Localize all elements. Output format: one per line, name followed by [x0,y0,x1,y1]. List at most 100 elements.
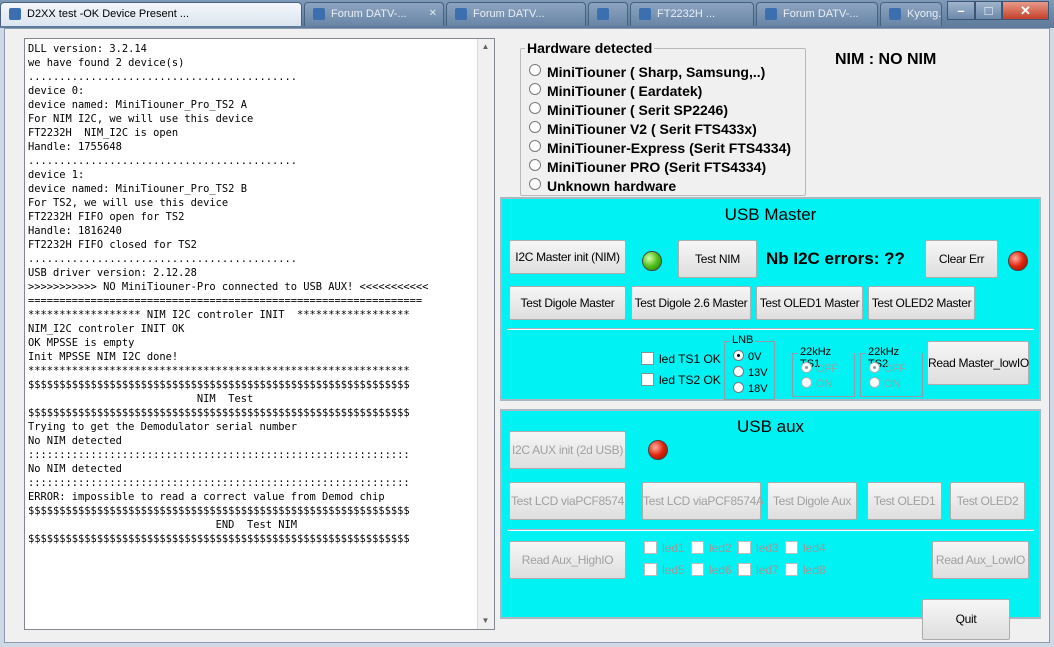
test-digole-master-button[interactable]: Test Digole Master [509,286,626,320]
radio-dot [529,140,541,152]
hardware-detected-group: Hardware detected MiniTiouner ( Sharp, S… [520,40,806,196]
log-line: Handle: 1816240 [28,225,122,237]
checkbox-box [738,563,751,576]
test-oled2-aux-button[interactable]: Test OLED2 [950,482,1025,520]
hardware-legend: Hardware detected [527,40,653,56]
i2c-aux-init-button[interactable]: I2C AUX init (2d USB) [509,431,626,469]
minimize-button[interactable]: – [947,1,975,20]
lnb-group: LNB 0V 13V 18V [724,334,775,400]
lnb-13v-label: 13V [748,367,768,379]
lnb-18v-label: 18V [748,383,768,395]
log-line: NIM_I2C controler INIT OK [28,323,185,335]
nim-status: NIM : NO NIM [835,51,937,68]
hardware-option-radio[interactable]: MiniTiouner ( Sharp, Samsung,..) [529,64,765,82]
radio-dot [529,102,541,114]
tab-ft2232h[interactable]: FT2232H ... [630,2,754,26]
log-line: ERROR: impossible to read a correct valu… [28,491,385,503]
ts2-on-radio[interactable]: ON [869,377,901,390]
led5-checkbox[interactable]: led5 [644,563,685,577]
tab-untitled[interactable] [588,2,628,26]
aux-init-led [648,440,668,460]
radio-dot [529,121,541,133]
hardware-option-radio[interactable]: MiniTiouner ( Eardatek) [529,83,702,101]
tab-kyong[interactable]: Kyong... [880,2,942,26]
log-text: DLL version: 3.2.14 we have found 2 devic… [28,42,478,546]
log-output[interactable]: DLL version: 3.2.14 we have found 2 devic… [24,38,495,630]
led8-checkbox[interactable]: led8 [785,563,826,577]
master-error-led [1008,251,1028,271]
ts2-off-radio[interactable]: OFF [869,362,906,375]
app-icon [9,8,21,20]
22khz-ts2-group: 22kHz TS2 OFF ON [860,346,923,397]
log-line: device named: MiniTiouner_Pro_TS2 B [28,183,247,195]
log-line: OK MPSSE is empty [28,337,135,349]
log-line: ........................................… [28,155,297,167]
led-ts2-checkbox[interactable]: led TS2 OK [641,373,721,387]
led3-checkbox[interactable]: led3 [738,541,779,555]
read-master-lowio-button[interactable]: Read Master_lowIO [927,341,1029,385]
hardware-option-radio[interactable]: MiniTiouner-Express (Serit FTS4334) [529,140,791,158]
log-line: For NIM I2C, we will use this device [28,113,254,125]
tab-forum-datv-1[interactable]: Forum DATV-... ✕ [304,2,444,26]
scroll-up-icon[interactable]: ▲ [478,39,493,55]
test-oled2-master-button[interactable]: Test OLED2 Master [868,286,975,320]
radio-dot [529,178,541,190]
lnb-13v-radio[interactable]: 13V [733,366,768,379]
test-oled1-master-button[interactable]: Test OLED1 Master [756,286,863,320]
checkbox-box [691,541,704,554]
log-line: No NIM detected [28,463,122,475]
led2-checkbox[interactable]: led2 [691,541,732,555]
radio-dot [869,377,880,388]
log-line: Init MPSSE NIM I2C done! [28,351,179,363]
log-line: $$$$$$$$$$$$$$$$$$$$$$$$$$$$$$$$$$$$$$$$… [28,505,410,517]
led-ts1-label: led TS1 OK [659,352,721,366]
tab-forum-datv-3[interactable]: Forum DATV-... [756,2,878,26]
test-oled1-aux-button[interactable]: Test OLED1 [867,482,942,520]
test-digole26-master-button[interactable]: Test Digole 2.6 Master [631,286,751,320]
i2c-errors-label: Nb I2C errors: ?? [766,249,905,268]
close-button[interactable]: ✕ [1002,1,1049,20]
led4-checkbox[interactable]: led4 [785,541,826,555]
ts1-off-label: OFF [816,363,838,375]
hardware-option-radio[interactable]: MiniTiouner PRO (Serit FTS4334) [529,159,766,177]
log-scrollbar[interactable]: ▲ ▼ [477,39,494,629]
usb-master-panel: USB Master I2C Master init (NIM) Test NI… [500,197,1041,401]
lnb-0v-radio[interactable]: 0V [733,350,761,363]
led-ts1-checkbox[interactable]: led TS1 OK [641,352,721,366]
ts1-on-label: ON [816,378,833,390]
radio-dot [869,362,880,373]
hardware-option-radio[interactable]: MiniTiouner V2 ( Serit FTS433x) [529,121,757,139]
ts1-off-radio[interactable]: OFF [801,362,838,375]
title-bar: D2XX test -OK Device Present ... Forum D… [0,0,1054,28]
scroll-down-icon[interactable]: ▼ [478,613,493,629]
checkbox-box [785,541,798,554]
log-line: FT2232H NIM_I2C is open [28,127,179,139]
maximize-button[interactable]: □ [975,1,1002,20]
lnb-18v-radio[interactable]: 18V [733,382,768,395]
i2c-master-init-button[interactable]: I2C Master init (NIM) [509,240,626,274]
led8-label: led8 [803,563,826,577]
log-line: ****************** NIM I2C controler INI… [28,309,410,321]
hardware-option-radio[interactable]: Unknown hardware [529,178,676,196]
checkbox-box [738,541,751,554]
clear-err-button[interactable]: Clear Err [925,240,998,278]
test-nim-button[interactable]: Test NIM [678,240,757,278]
test-lcd-pcf8574-button[interactable]: Test LCD viaPCF8574 [509,482,626,520]
test-digole-aux-button[interactable]: Test Digole Aux [767,482,857,520]
led7-checkbox[interactable]: led7 [738,563,779,577]
quit-button[interactable]: Quit [922,599,1010,640]
tab-forum-datv-2[interactable]: Forum DATV... [446,2,586,26]
led1-checkbox[interactable]: led1 [644,541,685,555]
browser-icon [597,8,609,20]
log-line: >>>>>>>>>>> NO MiniTiouner-Pro connected… [28,281,429,293]
read-aux-lowio-button[interactable]: Read Aux_LowIO [932,541,1029,579]
led6-checkbox[interactable]: led6 [691,563,732,577]
ts1-on-radio[interactable]: ON [801,377,833,390]
tab-close-icon[interactable]: ✕ [429,3,437,25]
tab-d2xx-test[interactable]: D2XX test -OK Device Present ... [0,2,302,26]
hardware-option-radio[interactable]: MiniTiouner ( Serit SP2246) [529,102,728,120]
test-lcd-pcf8574a-button[interactable]: Test LCD viaPCF8574A [642,482,764,520]
radio-dot [733,366,744,377]
read-aux-highio-button[interactable]: Read Aux_HighIO [509,541,626,579]
led2-label: led2 [709,541,732,555]
